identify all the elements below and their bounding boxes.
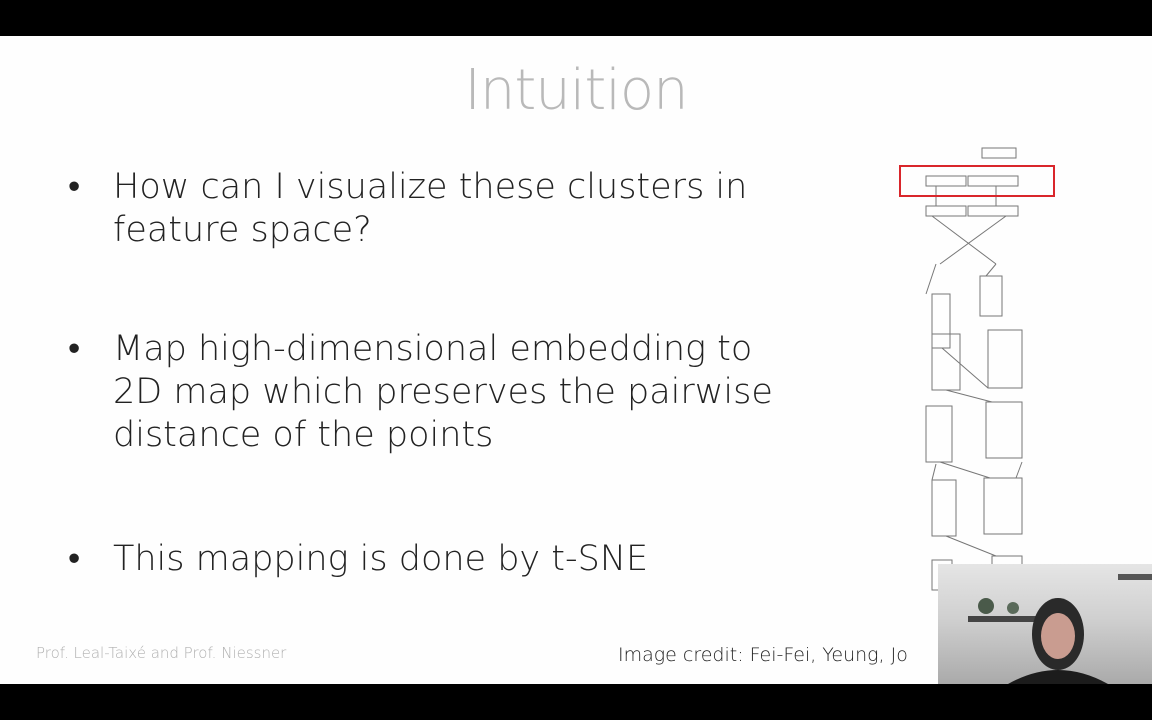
- dense-layer-box: [967, 175, 1019, 187]
- bullet-3: • This mapping is done by t-SNE: [68, 538, 648, 581]
- image-credit: Image credit: Fei-Fei, Yeung, Jo: [618, 644, 908, 666]
- conv-block: [931, 293, 951, 349]
- slide: Intuition • How can I visualize these cl…: [0, 36, 1152, 684]
- presenter-webcam-icon: [968, 574, 1152, 684]
- dense-layer-box: [925, 175, 967, 187]
- conv-block: [931, 479, 957, 537]
- presenter-webcam: [938, 564, 1152, 684]
- bullet-marker: •: [68, 167, 81, 207]
- dense-layer-box: [981, 147, 1017, 159]
- conv-block: [979, 275, 1003, 317]
- bullet-text: Map high-dimensional embedding to 2D map…: [113, 329, 773, 455]
- bullet-marker: •: [68, 539, 81, 579]
- dense-layer-box: [967, 205, 1019, 217]
- bullet-text: How can I visualize these clusters in fe…: [113, 167, 748, 250]
- conv-block: [987, 329, 1023, 389]
- conv-block: [925, 405, 953, 463]
- cnn-architecture-diagram: [899, 147, 1055, 593]
- bullet-text: This mapping is done by t-SNE: [113, 539, 649, 579]
- bullet-2: • Map high-dimensional embedding to 2D m…: [68, 328, 773, 457]
- dense-layer-box: [925, 205, 967, 217]
- conv-block: [983, 477, 1023, 535]
- highlight-box: [899, 165, 1055, 197]
- footer-authors: Prof. Leal-Taixé and Prof. Niessner: [36, 644, 287, 662]
- bullet-1: • How can I visualize these clusters in …: [68, 166, 747, 252]
- conv-block: [985, 401, 1023, 459]
- slide-title: Intuition: [464, 58, 688, 123]
- conv-block: [931, 333, 961, 391]
- bullet-marker: •: [68, 329, 81, 369]
